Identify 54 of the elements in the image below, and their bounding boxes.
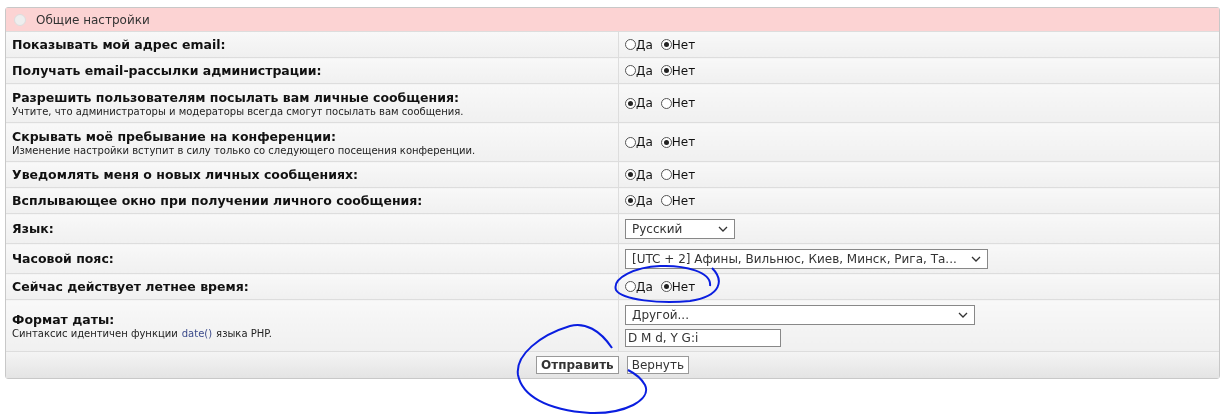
date-link[interactable]: date() [181, 328, 213, 339]
circle-icon [14, 13, 26, 26]
dropdown[interactable]: Русский [625, 218, 735, 239]
option-label: Да [636, 167, 653, 182]
form-button[interactable]: Отправить [536, 356, 619, 374]
setting-label: Формат даты: [12, 312, 116, 327]
setting-label: Разрешить пользователям посылать вам личные сообщения: [12, 89, 460, 105]
setting-hint: языка PHP. [216, 328, 272, 339]
option-label: Да [636, 135, 653, 149]
option-label: Нет [671, 167, 696, 182]
option-label: Нет [671, 96, 696, 110]
option-label: Да [636, 63, 653, 78]
radio-button[interactable] [625, 39, 636, 50]
setting-label: Показывать мой адрес email: [12, 37, 227, 52]
radio-button[interactable] [660, 195, 672, 206]
option-label: Нет [671, 37, 696, 52]
radio-button[interactable] [625, 65, 636, 76]
radio-button[interactable] [625, 281, 636, 292]
option-label: Нет [671, 63, 696, 78]
option-label: Нет [671, 135, 696, 149]
option-label: Да [636, 96, 653, 110]
radio-button[interactable] [660, 39, 672, 50]
option-label: Нет [671, 193, 696, 208]
setting-hint: Синтаксис идентичен функции [12, 328, 178, 339]
setting-label: Скрывать моё пребывание на конференции: [12, 128, 337, 144]
radio-button[interactable] [660, 97, 672, 109]
setting-label: Язык: [12, 221, 55, 236]
radio-button[interactable] [625, 136, 636, 148]
radio-button[interactable] [660, 281, 672, 292]
setting-label: Всплывающее окно при получении личного сообщения: [12, 193, 424, 208]
option-label: Нет [671, 279, 696, 294]
setting-hint: Учтите, что администраторы и модераторы всегда смогут посылать вам сообщения. [12, 105, 465, 117]
radio-button[interactable] [625, 97, 636, 109]
setting-label: Уведомлять меня о новых личных сообщениях: [12, 167, 360, 182]
option-label: Да [636, 279, 653, 294]
input-field[interactable]: D M d, Y G:i [625, 328, 781, 347]
chevron-icon [958, 311, 968, 318]
panel-title: Общие настройки [36, 12, 150, 27]
option-label: Да [636, 37, 653, 52]
setting-hint: Изменение настройки вступит в силу только со следующего посещения конференции. [12, 144, 477, 156]
setting-label: Часовой пояс: [12, 251, 115, 266]
radio-button[interactable] [660, 169, 672, 180]
chevron-icon [718, 225, 728, 232]
dropdown[interactable]: Другой... [625, 304, 975, 325]
radio-button[interactable] [660, 65, 672, 76]
radio-button[interactable] [625, 195, 636, 206]
dropdown[interactable]: [UTC + 2] Афины, Вильнюс, Киев, Минск, Рига, Та... [625, 248, 988, 269]
radio-button[interactable] [660, 136, 672, 148]
option-label: Да [636, 193, 653, 208]
form-button[interactable]: Вернуть [626, 356, 689, 374]
setting-label: Получать email-рассылки администрации: [12, 63, 323, 78]
radio-button[interactable] [625, 169, 636, 180]
chevron-icon [970, 255, 981, 262]
setting-label: Сейчас действует летнее время: [12, 279, 250, 294]
